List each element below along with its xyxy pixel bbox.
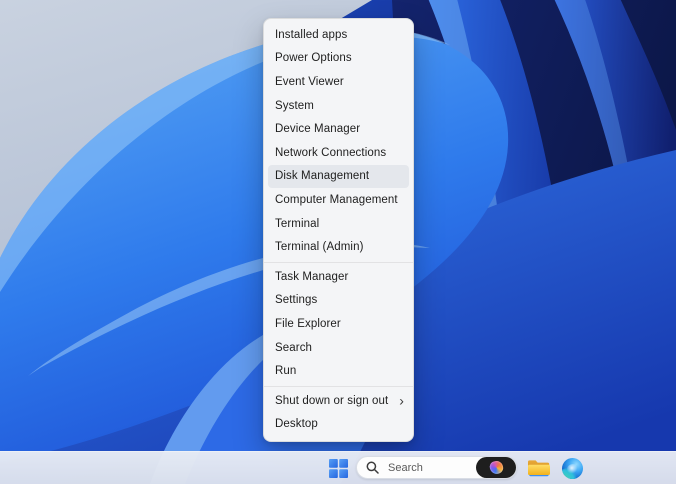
menu-item-label: Search <box>275 342 312 354</box>
menu-item-power-options[interactable]: Power Options <box>264 47 413 71</box>
menu-item-label: Disk Management <box>275 170 369 182</box>
menu-item-installed-apps[interactable]: Installed apps <box>264 23 413 47</box>
menu-item-label: Shut down or sign out <box>275 395 388 407</box>
menu-item-settings[interactable]: Settings <box>264 289 413 313</box>
menu-item-event-viewer[interactable]: Event Viewer <box>264 70 413 94</box>
chevron-right-icon: › <box>399 392 404 408</box>
file-explorer-button[interactable] <box>525 452 553 484</box>
windows-logo-icon <box>329 459 348 478</box>
menu-item-label: Event Viewer <box>275 76 344 88</box>
menu-item-system[interactable]: System <box>264 94 413 118</box>
copilot-button[interactable] <box>476 457 516 478</box>
menu-item-label: Task Manager <box>275 271 348 283</box>
menu-item-network-connections[interactable]: Network Connections <box>264 141 413 165</box>
menu-item-label: Terminal (Admin) <box>275 241 364 253</box>
desktop-screen: Installed apps Power Options Event Viewer S… <box>0 0 676 484</box>
menu-item-terminal[interactable]: Terminal <box>264 212 413 236</box>
edge-icon <box>562 458 583 479</box>
menu-separator <box>264 262 413 263</box>
edge-browser-button[interactable] <box>558 452 586 484</box>
menu-item-task-manager[interactable]: Task Manager <box>264 265 413 289</box>
menu-item-disk-management[interactable]: Disk Management <box>268 165 409 189</box>
menu-item-label: Device Manager <box>275 123 360 135</box>
menu-item-label: Run <box>275 365 296 377</box>
winx-menu: Installed apps Power Options Event Viewer S… <box>263 18 414 442</box>
menu-item-label: Network Connections <box>275 147 386 159</box>
menu-item-label: Power Options <box>275 52 352 64</box>
menu-item-file-explorer[interactable]: File Explorer <box>264 312 413 336</box>
menu-item-label: Desktop <box>275 418 318 430</box>
menu-item-label: System <box>275 100 314 112</box>
menu-separator <box>264 386 413 387</box>
search-icon <box>366 461 379 474</box>
menu-item-device-manager[interactable]: Device Manager <box>264 117 413 141</box>
taskbar-search[interactable] <box>356 456 517 479</box>
menu-item-terminal-admin[interactable]: Terminal (Admin) <box>264 235 413 259</box>
folder-icon <box>527 459 551 478</box>
menu-item-label: Settings <box>275 294 317 306</box>
copilot-icon <box>488 459 504 475</box>
menu-item-label: Terminal <box>275 218 319 230</box>
menu-item-search[interactable]: Search <box>264 336 413 360</box>
menu-item-computer-management[interactable]: Computer Management <box>264 188 413 212</box>
menu-item-label: Installed apps <box>275 29 347 41</box>
start-button[interactable] <box>323 452 353 484</box>
menu-item-run[interactable]: Run <box>264 359 413 383</box>
menu-item-shut-down-or-sign-out[interactable]: Shut down or sign out › <box>264 389 413 413</box>
menu-item-desktop[interactable]: Desktop <box>264 413 413 437</box>
menu-item-label: File Explorer <box>275 318 341 330</box>
menu-item-label: Computer Management <box>275 194 398 206</box>
taskbar <box>0 451 676 484</box>
